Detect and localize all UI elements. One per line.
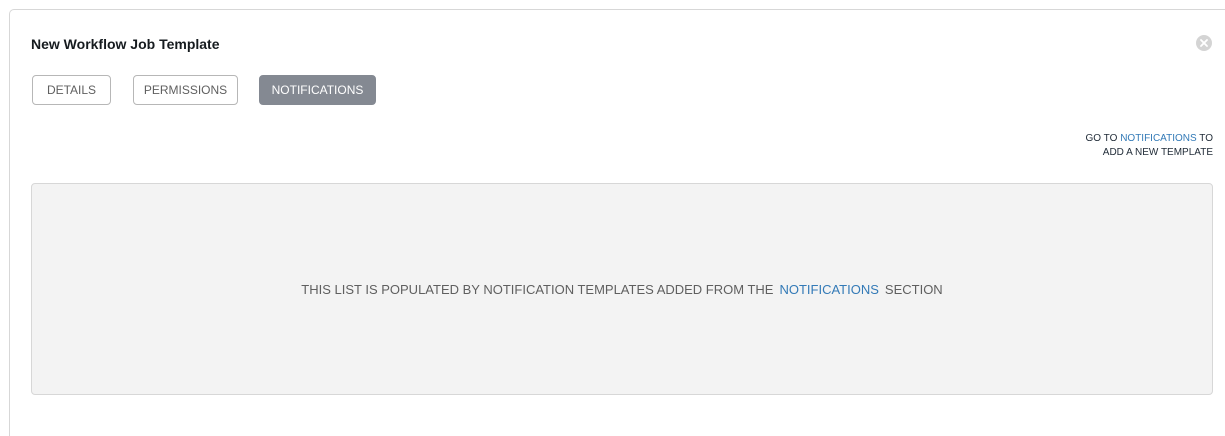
workflow-template-panel: New Workflow Job Template DETAILS PERMIS… <box>9 9 1225 436</box>
tab-permissions[interactable]: PERMISSIONS <box>133 75 238 105</box>
tab-notifications[interactable]: NOTIFICATIONS <box>259 75 376 105</box>
goto-prefix: GO TO <box>1085 133 1118 144</box>
goto-line-2: ADD A NEW TEMPLATE <box>1102 147 1213 158</box>
times-icon <box>1200 39 1208 47</box>
goto-notifications-notice: GO TO NOTIFICATIONS TO ADD A NEW TEMPLAT… <box>1086 132 1213 160</box>
empty-list-prefix: THIS LIST IS POPULATED BY NOTIFICATION T… <box>301 281 774 297</box>
goto-line-1: GO TO NOTIFICATIONS TO <box>1086 132 1213 146</box>
goto-suffix: TO <box>1199 133 1213 144</box>
empty-list-suffix: SECTION <box>884 281 943 297</box>
goto-notifications-link[interactable]: NOTIFICATIONS <box>1120 133 1196 144</box>
empty-list-message: THIS LIST IS POPULATED BY NOTIFICATION T… <box>31 183 1213 395</box>
panel-title: New Workflow Job Template <box>31 36 220 52</box>
close-icon[interactable] <box>1196 35 1212 51</box>
tab-details[interactable]: DETAILS <box>32 75 111 105</box>
empty-list-notifications-link[interactable]: NOTIFICATIONS <box>779 282 878 297</box>
